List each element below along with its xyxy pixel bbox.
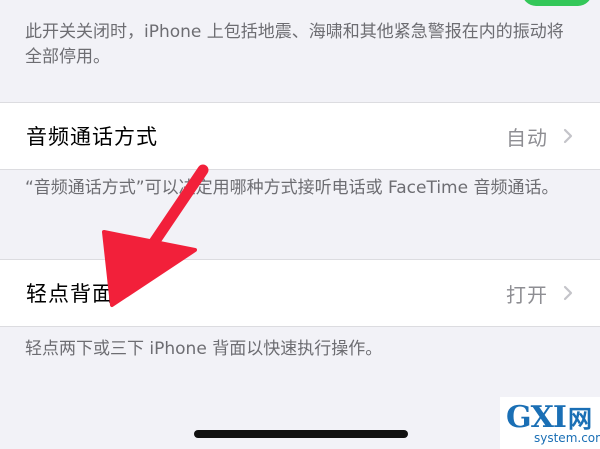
watermark-cn-text: 网 [567, 405, 592, 433]
audio-call-routing-label: 音频通话方式 [26, 125, 158, 149]
site-watermark: GXI网 system.com [500, 397, 600, 449]
emergency-alerts-footnote: 此开关关闭时，iPhone 上包括地震、海啸和其他紧急警报在内的振动将全部停用。 [25, 22, 564, 67]
audio-call-routing-value: 自动 [506, 125, 548, 150]
chevron-right-icon [563, 128, 573, 144]
back-tap-label: 轻点背面 [26, 282, 114, 306]
back-tap-value: 打开 [506, 282, 548, 307]
watermark-sub-text: system.com [534, 431, 600, 445]
home-indicator [194, 430, 408, 438]
back-tap-footnote: 轻点两下或三下 iPhone 背面以快速执行操作。 [25, 339, 383, 359]
audio-call-routing-footnote: “音频通话方式”可以决定用哪种方式接听电话或 FaceTime 音频通话。 [25, 178, 559, 198]
chevron-right-icon [563, 285, 573, 301]
back-tap-row[interactable]: 轻点背面 打开 [0, 259, 600, 327]
watermark-main-text: GXI [506, 400, 567, 435]
emergency-alerts-toggle[interactable] [522, 0, 592, 6]
audio-call-routing-row[interactable]: 音频通话方式 自动 [0, 102, 600, 170]
watermark-logo: GXI网 [506, 399, 592, 435]
settings-screen: 此开关关闭时，iPhone 上包括地震、海啸和其他紧急警报在内的振动将全部停用。… [0, 0, 600, 449]
